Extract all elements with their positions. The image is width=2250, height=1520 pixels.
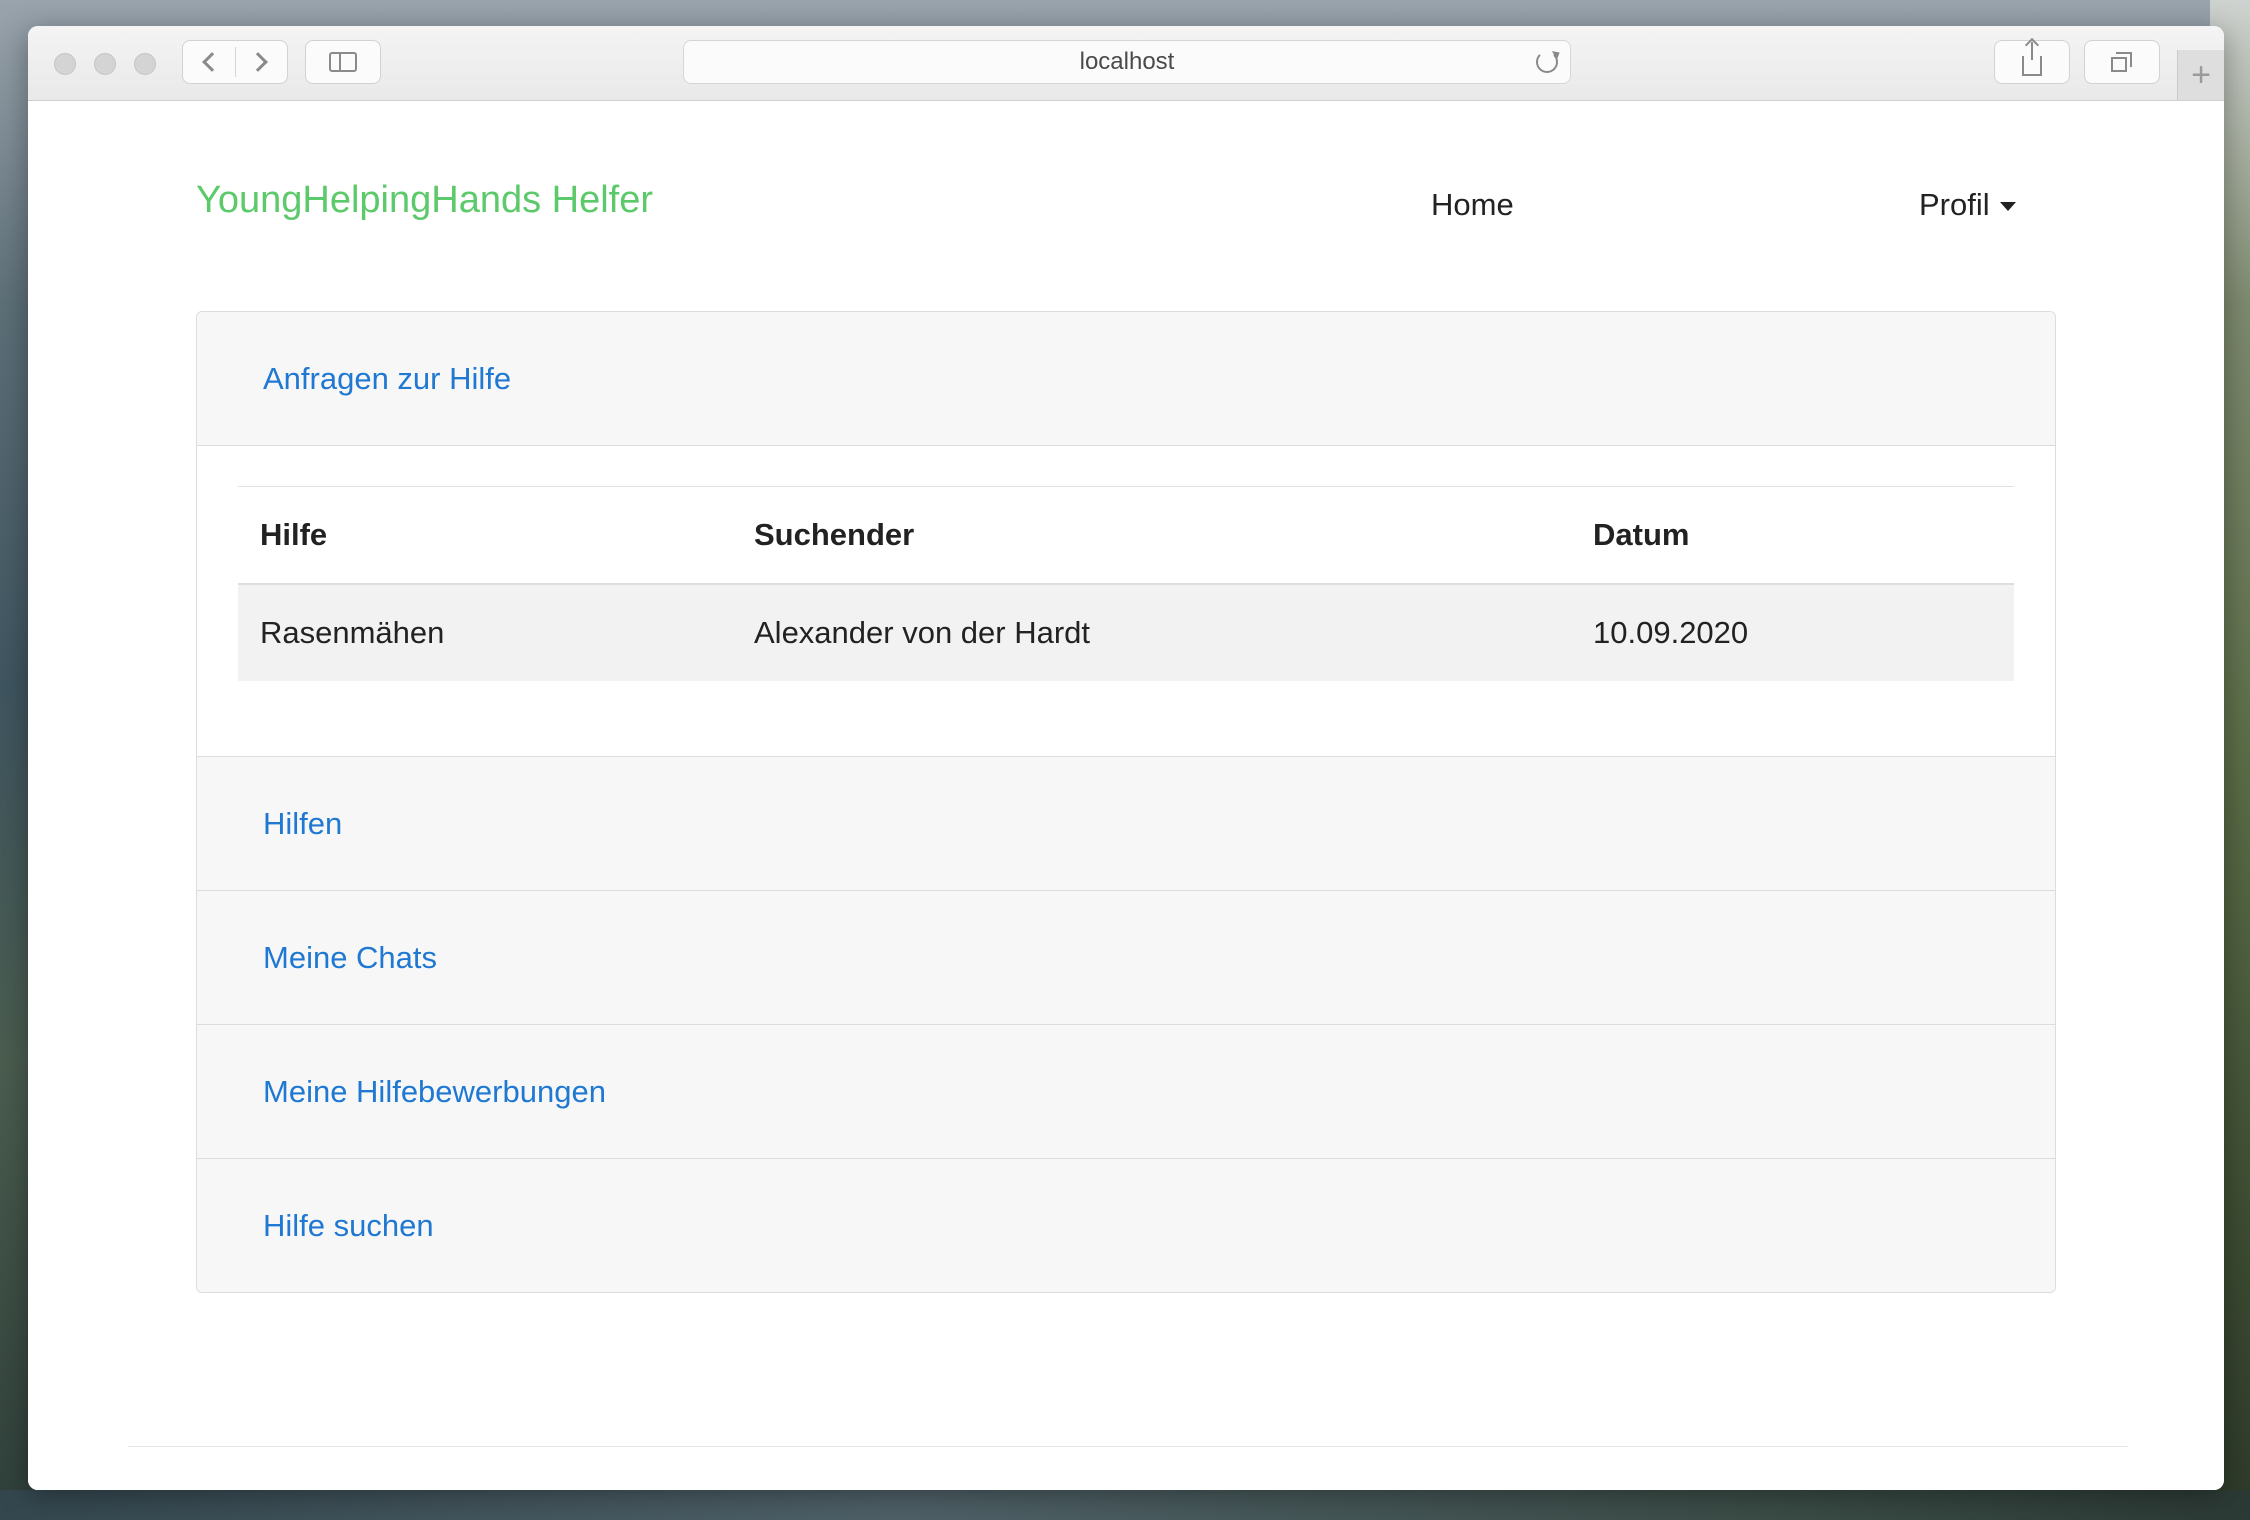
- browser-window: localhost + YoungHelpingHands Helfer Hom…: [28, 26, 2224, 1490]
- section-header-applications[interactable]: Meine Hilfebewerbungen: [197, 1025, 2055, 1159]
- cell-suchender: Alexander von der Hardt: [754, 615, 1091, 650]
- minimize-window-button[interactable]: [94, 53, 116, 75]
- show-tabs-button[interactable]: [2084, 40, 2160, 84]
- back-button[interactable]: [183, 41, 235, 83]
- brand-link[interactable]: YoungHelpingHands Helfer: [196, 181, 653, 219]
- section-header-search[interactable]: Hilfe suchen: [197, 1159, 2055, 1292]
- section-header-requests[interactable]: Anfragen zur Hilfe: [197, 312, 2055, 446]
- plus-icon: +: [2191, 56, 2211, 94]
- chevron-left-icon: [201, 52, 222, 72]
- desktop-background-bottom: [0, 1490, 2250, 1520]
- zoom-window-button[interactable]: [134, 53, 156, 75]
- column-header-datum: Datum: [1593, 517, 1690, 552]
- section-link-requests[interactable]: Anfragen zur Hilfe: [263, 312, 511, 445]
- nav-profile-label: Profil: [1919, 187, 1990, 222]
- section-header-hilfen[interactable]: Hilfen: [197, 757, 2055, 891]
- new-tab-button[interactable]: +: [2177, 50, 2224, 100]
- section-link-chats[interactable]: Meine Chats: [263, 891, 437, 1024]
- close-window-button[interactable]: [54, 53, 76, 75]
- sidebar-icon: [329, 52, 357, 72]
- history-nav-group: [182, 40, 288, 84]
- tabs-icon: [2111, 52, 2133, 72]
- section-link-applications[interactable]: Meine Hilfebewerbungen: [263, 1025, 606, 1158]
- nav-home-link[interactable]: Home: [1431, 189, 1514, 220]
- accordion: Anfragen zur Hilfe Hilfe Suchender Datum…: [196, 311, 2056, 1293]
- reload-icon[interactable]: [1536, 51, 1558, 73]
- browser-toolbar: localhost +: [28, 26, 2224, 101]
- column-header-hilfe: Hilfe: [260, 517, 328, 552]
- footer-divider: [128, 1446, 2128, 1447]
- cell-hilfe: Rasenmähen: [260, 615, 445, 650]
- share-icon: [2022, 42, 2042, 76]
- address-bar[interactable]: localhost: [683, 40, 1571, 84]
- section-link-search[interactable]: Hilfe suchen: [263, 1159, 434, 1292]
- table-row[interactable]: Rasenmähen Alexander von der Hardt 10.09…: [238, 585, 2014, 681]
- nav-profile-dropdown[interactable]: Profil: [1919, 189, 2016, 220]
- section-header-chats[interactable]: Meine Chats: [197, 891, 2055, 1025]
- column-header-suchender: Suchender: [754, 517, 915, 552]
- section-body-requests: Hilfe Suchender Datum Rasenmähen Alexand…: [197, 446, 2055, 757]
- page-content: YoungHelpingHands Helfer Home Profil Anf…: [28, 101, 2224, 1490]
- table-header-row: Hilfe Suchender Datum: [238, 487, 2014, 585]
- address-text: localhost: [1079, 48, 1175, 75]
- chevron-right-icon: [248, 52, 269, 72]
- caret-down-icon: [1999, 202, 2016, 212]
- share-button[interactable]: [1994, 40, 2070, 84]
- forward-button[interactable]: [235, 41, 287, 83]
- section-link-hilfen[interactable]: Hilfen: [263, 757, 342, 890]
- cell-datum: 10.09.2020: [1593, 615, 1749, 650]
- requests-table: Hilfe Suchender Datum Rasenmähen Alexand…: [238, 486, 2014, 681]
- sidebar-toggle-button[interactable]: [305, 40, 381, 84]
